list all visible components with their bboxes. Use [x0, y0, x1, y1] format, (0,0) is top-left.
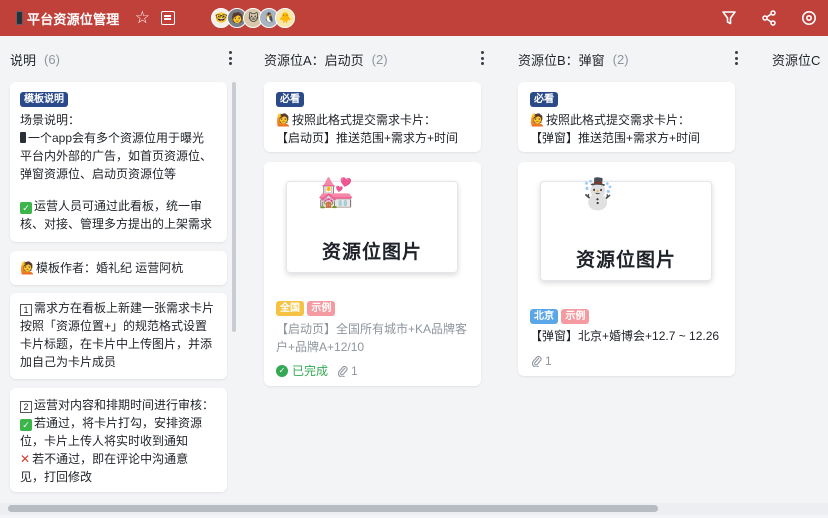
board-title[interactable]: 平台资源位管理: [27, 9, 119, 28]
card-text: 平台内外部的广告，如首页资源位、: [20, 149, 213, 163]
card-text: 🙋按照此格式提交需求卡片：: [276, 113, 436, 127]
card-text: 弹窗资源位、启动页资源位等: [20, 167, 177, 181]
attachment-count: 1: [532, 352, 552, 370]
card-text: 模板作者：婚礼纪 运营阿杭: [35, 261, 184, 275]
check-icon: ✓: [276, 365, 288, 377]
card-title: 【启动页】全国所有城市+KA品牌客 户+品牌A+12/10: [276, 322, 468, 354]
card-must-read-b[interactable]: 必看 🙋按照此格式提交需求卡片： 【弹窗】推送范围+需求方+时间: [518, 82, 735, 152]
card-tags: 全国 示例: [276, 298, 336, 316]
card-splash-example[interactable]: 💒 资源位图片 全国 示例 【启动页】全国所有城市+KA品牌客 户+品牌A+12…: [264, 162, 481, 386]
star-icon[interactable]: ☆: [133, 9, 151, 27]
column-count: (2): [371, 51, 388, 67]
more-icon[interactable]: [729, 50, 743, 66]
column-scrollbar[interactable]: [232, 82, 236, 332]
column-header-c: 资源位C: [772, 44, 820, 74]
card-text: 卡片标题，在卡片中上传图片，并添: [20, 337, 213, 351]
horizontal-scrollbar[interactable]: [8, 505, 658, 512]
number-1-icon: 1: [20, 304, 32, 316]
card-text: ✓ 若通过，将卡片打勾，安排资源: [20, 414, 217, 432]
column-header-a: 资源位A：启动页 (2): [264, 44, 388, 74]
card-text: ✓ 运营人员可通过此看板，统一审: [20, 197, 217, 215]
column-header-b: 资源位B：弹窗 (2): [518, 44, 629, 74]
filter-icon[interactable]: [720, 9, 738, 27]
image-caption: 资源位图片: [321, 242, 422, 263]
church-icon: 💒: [317, 176, 355, 209]
card-title: 【弹窗】北京+婚博会+12.7 ~ 12.26: [530, 329, 720, 343]
column-title: 资源位C: [772, 52, 821, 68]
card-meta: 1: [532, 352, 552, 370]
person-icon: 🙋: [276, 113, 291, 127]
number-2-icon: 2: [20, 401, 32, 413]
tag-example: 示例: [307, 301, 336, 316]
share-icon[interactable]: [760, 9, 778, 27]
paperclip-icon: [532, 355, 542, 367]
tag-example: 示例: [561, 309, 590, 324]
resource-image: ☃️ 资源位图片: [540, 178, 712, 281]
column-title: 说明: [10, 52, 37, 68]
avatar[interactable]: 🐥: [275, 8, 296, 28]
column-title: 资源位B：弹窗: [518, 52, 605, 68]
card-step-2[interactable]: 2 运营对内容和排期时间进行审核： ✓ 若通过，将卡片打勾，安排资源 位，卡片上传人…: [10, 388, 227, 492]
board-header: 平台资源位管理 ☆ 🤓 🧑 🐱 🐧 🐥: [0, 0, 828, 36]
settings-icon[interactable]: [800, 9, 818, 27]
card-text: 2 运营对内容和排期时间进行审核：: [20, 396, 217, 414]
card-must-read-a[interactable]: 必看 🙋按照此格式提交需求卡片： 【启动页】推送范围+需求方+时间: [264, 82, 481, 152]
member-avatars[interactable]: 🤓 🧑 🐱 🐧 🐥: [211, 8, 296, 28]
card-text: 位，卡片上传人将实时收到通知: [20, 434, 189, 448]
card-author[interactable]: 🙋模板作者：婚礼纪 运营阿杭: [10, 251, 227, 285]
more-icon[interactable]: [475, 50, 489, 66]
card-text: 🙋按照此格式提交需求卡片：: [530, 113, 690, 127]
card-text: 场景说明：: [20, 113, 81, 127]
check-icon: ✓: [20, 202, 32, 214]
more-icon[interactable]: [223, 50, 237, 66]
person-icon: 🙋: [20, 261, 35, 275]
tag-nationwide: 全国: [276, 301, 304, 316]
card-text: 见，打回修改: [20, 470, 93, 484]
phone-icon: [20, 132, 26, 143]
cross-icon: ✕: [20, 452, 31, 466]
tag-must-read: 必看: [276, 92, 304, 107]
card-text: 【弹窗】推送范围+需求方+时间: [530, 131, 701, 145]
snowman-icon: ☃️: [579, 178, 617, 211]
card-text: 一个app会有多个资源位用于曝光: [20, 129, 217, 147]
status-completed[interactable]: ✓ 已完成: [276, 362, 328, 380]
image-caption: 资源位图片: [575, 250, 676, 271]
column-count: (6): [44, 51, 60, 67]
tag-must-read: 必看: [530, 92, 558, 107]
phone-icon: [16, 11, 23, 25]
attachment-count: 1: [338, 362, 358, 380]
paperclip-icon: [338, 365, 348, 377]
card-template-info[interactable]: 模板说明 场景说明： 一个app会有多个资源位用于曝光 平台内外部的广告，如首页…: [10, 82, 227, 242]
resource-image: 💒 资源位图片: [286, 176, 458, 273]
description-icon[interactable]: [161, 11, 176, 25]
card-text: 加自己为卡片成员: [20, 355, 117, 369]
card-text: 1 需求方在看板上新建一张需求卡片: [20, 299, 217, 317]
check-icon: ✓: [20, 419, 32, 431]
person-icon: 🙋: [530, 113, 545, 127]
tag-template-info: 模板说明: [20, 92, 68, 107]
card-popup-example[interactable]: ☃️ 资源位图片 北京 示例 【弹窗】北京+婚博会+12.7 ~ 12.26 1: [518, 162, 735, 376]
card-text: 【启动页】推送范围+需求方+时间: [276, 131, 459, 145]
column-title: 资源位A：启动页: [264, 52, 364, 68]
card-step-1[interactable]: 1 需求方在看板上新建一张需求卡片 按照「资源位置+」的规范格式设置 卡片标题，在…: [10, 293, 227, 379]
card-text: ✕ 若不通过，即在评论中沟通意: [20, 452, 189, 466]
column-header-instructions: 说明 (6): [10, 44, 60, 74]
tag-beijing: 北京: [530, 309, 558, 324]
card-text: 核、对接、管理多方提出的上架需求: [20, 217, 213, 231]
column-count: (2): [612, 51, 629, 67]
card-text: 按照「资源位置+」的规范格式设置: [20, 319, 208, 333]
card-meta: ✓ 已完成 1: [276, 362, 358, 380]
card-tags: 北京 示例: [530, 306, 590, 324]
